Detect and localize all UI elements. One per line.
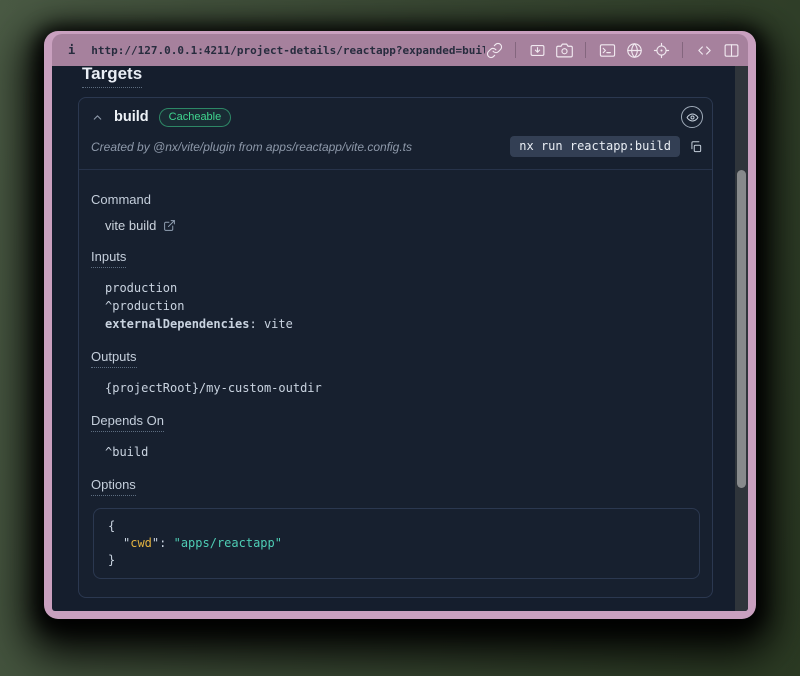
screenshot-button[interactable]	[555, 41, 573, 59]
code-icon	[696, 42, 713, 59]
browser-window: i http://127.0.0.1:4211/project-details/…	[44, 31, 756, 619]
info-icon: i	[64, 43, 79, 57]
depends-on-list: ^build	[105, 443, 712, 461]
toolbar-actions	[485, 41, 740, 59]
outputs-section-label[interactable]: Outputs	[91, 349, 137, 368]
input-item: externalDependencies: vite	[105, 315, 712, 333]
terminal-icon	[599, 42, 616, 59]
eye-icon	[686, 111, 699, 124]
link-icon	[486, 42, 503, 59]
command-value: vite build	[105, 218, 156, 233]
json-cwd-line: "cwd": "apps/reactapp"	[108, 535, 685, 552]
page-title[interactable]: Targets	[82, 66, 142, 88]
chevron-up-icon[interactable]	[91, 111, 104, 124]
scrollbar-thumb[interactable]	[737, 170, 746, 488]
copy-command-button[interactable]	[688, 139, 704, 155]
toolbar-divider	[585, 42, 586, 58]
inspect-button[interactable]	[652, 41, 670, 59]
target-name: build	[114, 109, 149, 125]
command-value-row: vite build	[105, 218, 712, 233]
target-icon	[653, 42, 670, 59]
copy-icon	[689, 140, 703, 154]
open-config-button[interactable]	[163, 219, 176, 232]
split-panel-icon	[723, 42, 740, 59]
created-by-row: Created by @nx/vite/plugin from apps/rea…	[79, 133, 712, 170]
inputs-section-label[interactable]: Inputs	[91, 249, 126, 268]
save-button[interactable]	[528, 41, 546, 59]
save-icon	[529, 42, 546, 59]
browser-toolbar: i http://127.0.0.1:4211/project-details/…	[52, 34, 748, 66]
output-item: {projectRoot}/my-custom-outdir	[105, 379, 712, 397]
network-button[interactable]	[625, 41, 643, 59]
input-item: production	[105, 279, 712, 297]
cacheable-badge: Cacheable	[159, 108, 232, 127]
target-card-build: build Cacheable Created by @nx/vite/plug…	[78, 97, 713, 598]
depends-on-section-label[interactable]: Depends On	[91, 413, 164, 432]
toolbar-divider	[682, 42, 683, 58]
command-section-label: Command	[91, 192, 151, 207]
options-section-label[interactable]: Options	[91, 477, 136, 496]
inputs-list: production ^production externalDependenc…	[105, 279, 712, 333]
terminal-button[interactable]	[598, 41, 616, 59]
outputs-list: {projectRoot}/my-custom-outdir	[105, 379, 712, 397]
options-json-block: { "cwd": "apps/reactapp" }	[93, 508, 700, 579]
camera-icon	[556, 42, 573, 59]
globe-icon	[626, 42, 643, 59]
toolbar-divider	[515, 42, 516, 58]
page-content: Targets build Cacheable Created by @nx/v…	[52, 66, 748, 611]
scrollbar-track[interactable]	[735, 66, 748, 611]
link-button[interactable]	[485, 41, 503, 59]
external-link-icon	[163, 219, 176, 232]
build-card-header[interactable]: build Cacheable	[79, 98, 712, 133]
split-view-button[interactable]	[722, 41, 740, 59]
depends-on-item: ^build	[105, 443, 712, 461]
run-command-chip: nx run reactapp:build	[510, 136, 680, 157]
build-card-body: Command vite build Inputs production ^pr…	[79, 170, 712, 597]
url-bar[interactable]: http://127.0.0.1:4211/project-details/re…	[91, 44, 485, 57]
json-open-brace: {	[108, 518, 685, 535]
created-by-text: Created by @nx/vite/plugin from apps/rea…	[91, 140, 412, 154]
input-item: ^production	[105, 297, 712, 315]
open-devtools-button[interactable]	[695, 41, 713, 59]
json-close-brace: }	[108, 552, 685, 569]
view-in-graph-button[interactable]	[681, 106, 703, 128]
